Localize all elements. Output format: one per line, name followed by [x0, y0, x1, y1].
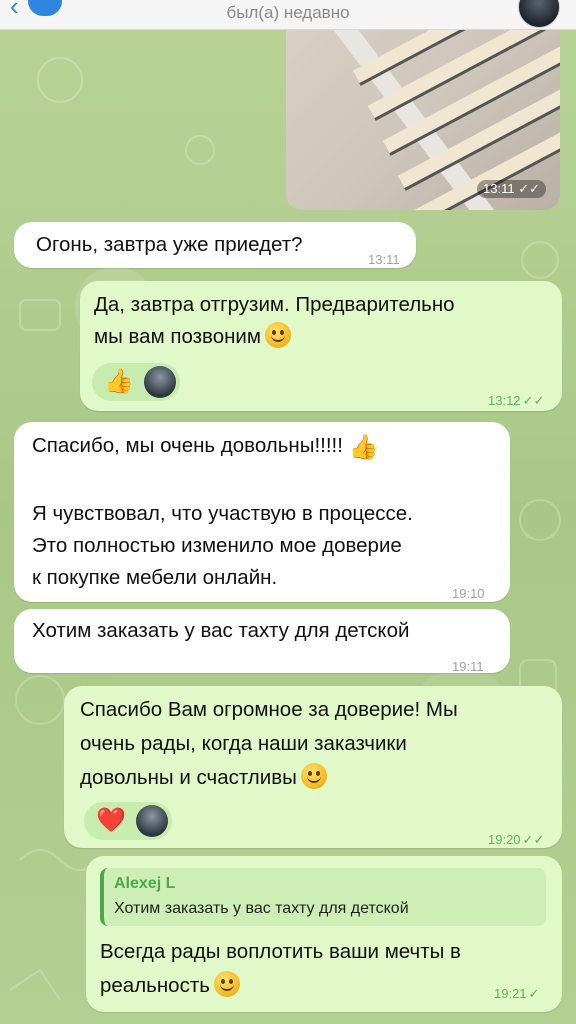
photo-message[interactable]: 13:11 ✓✓ — [286, 30, 560, 210]
thumbs-up-icon: 👍 — [348, 434, 379, 461]
message-time: 19:21 ✓ — [494, 986, 540, 1001]
message-text: Спасибо Вам огромное за доверие! Мы — [80, 698, 458, 721]
reply-quote[interactable]: Alexej L Хотим заказать у вас тахту для … — [100, 868, 546, 926]
message-text: мы вам позвоним — [94, 325, 261, 348]
quote-text: Хотим заказать у вас тахту для детской — [114, 900, 409, 917]
message-text: Спасибо, мы очень довольны!!!!! — [32, 434, 343, 457]
message-reaction[interactable]: ❤️ — [84, 802, 172, 840]
double-check-icon: ✓✓ — [522, 832, 545, 847]
message-time: 19:10 — [452, 586, 485, 601]
message-incoming[interactable]: Хотим заказать у вас тахту для детской 1… — [14, 609, 510, 674]
message-text: Хотим заказать у вас тахту для детской — [32, 619, 410, 642]
message-text: довольны и счастливы — [80, 766, 297, 789]
message-text-line: реальность — [100, 970, 240, 1002]
double-check-icon: ✓✓ — [514, 181, 540, 196]
smile-icon — [264, 322, 291, 348]
message-text: к покупке мебели онлайн. — [32, 566, 278, 589]
chat-header: ‹ был(а) недавно — [0, 0, 576, 30]
heart-icon: ❤️ — [96, 807, 126, 834]
message-text: очень рады, когда наши заказчики — [80, 732, 407, 755]
double-check-icon: ✓✓ — [522, 393, 545, 408]
photo-timestamp: 13:11 ✓✓ — [477, 180, 546, 198]
message-time: 19:11 — [452, 659, 484, 674]
message-incoming[interactable]: Огонь, завтра уже приедет? 13:11 — [14, 222, 416, 268]
reactor-avatar — [136, 805, 168, 837]
message-text: Всегда рады воплотить ваши мечты в — [100, 940, 461, 963]
contact-status: был(а) недавно — [226, 3, 350, 22]
single-check-icon: ✓ — [528, 986, 540, 1001]
message-text: Да, завтра отгрузим. Предварительно — [94, 293, 455, 316]
message-text: Огонь, завтра уже приедет? — [36, 233, 303, 256]
message-text: реальность — [100, 974, 210, 997]
message-text: Это полностью изменило мое доверие — [32, 534, 402, 557]
message-outgoing[interactable]: Да, завтра отгрузим. Предварительно мы в… — [80, 281, 562, 411]
message-time: 13:11 — [368, 252, 400, 267]
thumbs-up-icon: 👍 — [104, 368, 134, 395]
message-incoming[interactable]: Спасибо, мы очень довольны!!!!! 👍 Я чувс… — [14, 422, 510, 602]
message-text: Я чувствовал, что участвую в процессе. — [32, 502, 413, 525]
message-time: 13:12 ✓✓ — [488, 393, 545, 408]
message-reaction[interactable]: 👍 — [92, 363, 180, 401]
contact-avatar[interactable] — [518, 0, 560, 28]
message-time: 19:20 ✓✓ — [488, 832, 545, 847]
message-text-line: мы вам позвоним — [94, 321, 291, 353]
smile-icon — [300, 763, 327, 789]
message-outgoing[interactable]: Спасибо Вам огромное за доверие! Мы очен… — [64, 686, 562, 848]
quote-author: Alexej L — [114, 875, 176, 892]
wink-icon — [213, 971, 240, 997]
reactor-avatar — [144, 366, 176, 398]
